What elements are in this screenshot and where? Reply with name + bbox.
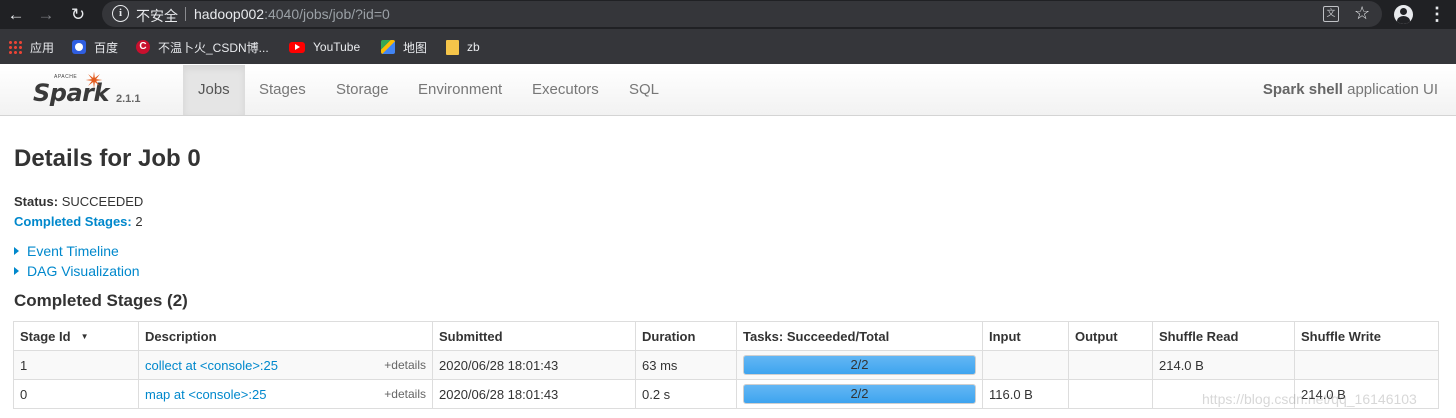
application-name: Spark shell application UI <box>1263 65 1438 115</box>
details-toggle[interactable]: +details <box>384 358 426 372</box>
csdn-icon: C <box>136 40 150 54</box>
youtube-icon <box>289 41 305 53</box>
app-name-bold: Spark shell <box>1262 81 1343 98</box>
toggle-label: DAG Visualization <box>27 263 140 279</box>
tab-jobs[interactable]: Jobs <box>183 65 245 115</box>
cell-input: 116.0 B <box>982 379 1069 409</box>
folder-icon <box>446 39 459 55</box>
cell-tasks: 2/2 <box>736 350 983 380</box>
bookmark-label: 应用 <box>30 40 55 55</box>
browser-toolbar: ← → ↻ i 不安全 hadoop002:4040/jobs/job/?id=… <box>0 0 1456 29</box>
spark-version: 2.1.1 <box>116 93 141 105</box>
info-icon[interactable]: i <box>112 5 129 22</box>
table-header-row: Stage Id ▼ Description Submitted Duration… <box>13 321 1439 351</box>
browser-menu-icon[interactable]: ⋮ <box>1428 4 1446 24</box>
cell-tasks: 2/2 <box>736 379 983 409</box>
cell-duration: 0.2 s <box>635 379 737 409</box>
bookmark-zb[interactable]: zb <box>446 38 480 56</box>
watermark: https://blog.csdn.net/qq_16146103 <box>1202 391 1417 407</box>
bookmark-star-icon[interactable]: ☆ <box>1354 3 1370 24</box>
url-path: :4040/jobs/job/?id=0 <box>264 6 390 22</box>
tasks-progress-bar: 2/2 <box>743 384 976 404</box>
bookmark-baidu[interactable]: 百度 <box>72 38 118 56</box>
status-value: SUCCEEDED <box>61 194 144 209</box>
stage-description-link[interactable]: map at <console>:25 <box>145 387 266 402</box>
cell-shuffle-read: 214.0 B <box>1152 350 1295 380</box>
cell-output <box>1068 350 1153 380</box>
bookmark-label: 不温卜火_CSDN博... <box>158 40 269 55</box>
tab-executors[interactable]: Executors <box>517 65 614 115</box>
completed-stages-count: 2 <box>135 214 143 229</box>
spark-logo[interactable]: APACHE Spark ✴ <box>30 68 115 112</box>
tab-environment[interactable]: Environment <box>403 65 517 115</box>
header-output[interactable]: Output <box>1068 321 1153 351</box>
apps-icon <box>8 40 22 54</box>
bookmark-label: 地图 <box>403 40 428 55</box>
url-host: hadoop002 <box>194 6 265 22</box>
stage-description-link[interactable]: collect at <console>:25 <box>145 358 278 373</box>
dag-visualization-toggle[interactable]: DAG Visualization <box>14 263 140 279</box>
header-shuffle-write[interactable]: Shuffle Write <box>1294 321 1439 351</box>
header-description[interactable]: Description <box>138 321 433 351</box>
header-input[interactable]: Input <box>982 321 1069 351</box>
cell-description: map at <console>:25 +details <box>138 379 433 409</box>
table-row: 1 collect at <console>:25 +details 2020/0… <box>13 350 1439 380</box>
cell-shuffle-write <box>1294 350 1439 380</box>
spark-star-icon: ✴ <box>85 68 104 93</box>
header-submitted[interactable]: Submitted <box>432 321 636 351</box>
bookmark-label: YouTube <box>313 40 361 54</box>
cell-stage-id: 1 <box>13 350 139 380</box>
bookmark-apps[interactable]: 应用 <box>8 38 54 56</box>
tab-storage[interactable]: Storage <box>321 65 404 115</box>
completed-stages-line: Completed Stages: 2 <box>14 214 143 229</box>
bookmark-label: zb <box>467 40 480 54</box>
status-label: Status: <box>14 194 59 209</box>
address-bar[interactable]: i 不安全 hadoop002:4040/jobs/job/?id=0 文 ☆ <box>102 1 1382 27</box>
details-toggle[interactable]: +details <box>384 387 426 401</box>
toggle-label: Event Timeline <box>27 243 119 259</box>
bookmark-maps[interactable]: 地图 <box>381 38 427 56</box>
header-stage-id[interactable]: Stage Id ▼ <box>13 321 139 351</box>
cell-output <box>1068 379 1153 409</box>
expand-arrow-icon <box>14 247 19 255</box>
url-text[interactable]: hadoop002:4040/jobs/job/?id=0 <box>194 6 390 22</box>
cell-duration: 63 ms <box>635 350 737 380</box>
app-name-rest: application UI <box>1342 81 1438 98</box>
spark-navbar: APACHE Spark ✴ 2.1.1 Jobs Stages Storage… <box>0 65 1456 116</box>
bookmark-csdn[interactable]: C 不温卜火_CSDN博... <box>136 38 269 56</box>
progress-text: 2/2 <box>850 386 869 401</box>
tasks-progress-bar: 2/2 <box>743 355 976 375</box>
tab-sql[interactable]: SQL <box>614 65 674 115</box>
header-duration[interactable]: Duration <box>635 321 737 351</box>
tab-stages[interactable]: Stages <box>244 65 321 115</box>
cell-input <box>982 350 1069 380</box>
expand-arrow-icon <box>14 267 19 275</box>
progress-text: 2/2 <box>850 357 869 372</box>
baidu-icon <box>72 40 86 54</box>
header-tasks[interactable]: Tasks: Succeeded/Total <box>736 321 983 351</box>
profile-avatar-icon[interactable] <box>1394 5 1413 24</box>
bookmark-youtube[interactable]: YouTube <box>289 38 360 56</box>
cell-stage-id: 0 <box>13 379 139 409</box>
page-title: Details for Job 0 <box>14 145 201 172</box>
event-timeline-toggle[interactable]: Event Timeline <box>14 243 119 259</box>
completed-stages-link[interactable]: Completed Stages: <box>14 214 132 229</box>
insecure-label: 不安全 <box>136 8 178 24</box>
bookmarks-bar: 应用 百度 C 不温卜火_CSDN博... YouTube 地图 zb <box>0 29 1456 64</box>
back-icon[interactable]: ← <box>5 4 27 26</box>
cell-submitted: 2020/06/28 18:01:43 <box>432 379 636 409</box>
status-line: Status: SUCCEEDED <box>14 194 143 209</box>
maps-icon <box>381 40 395 54</box>
sort-desc-icon: ▼ <box>80 331 89 341</box>
address-divider <box>185 7 186 21</box>
translate-icon[interactable]: 文 <box>1323 6 1339 22</box>
cell-description: collect at <console>:25 +details <box>138 350 433 380</box>
forward-icon[interactable]: → <box>35 4 57 26</box>
section-title: Completed Stages (2) <box>14 291 188 310</box>
header-shuffle-read[interactable]: Shuffle Read <box>1152 321 1295 351</box>
bookmark-label: 百度 <box>94 40 119 55</box>
reload-icon[interactable]: ↻ <box>67 4 89 26</box>
cell-submitted: 2020/06/28 18:01:43 <box>432 350 636 380</box>
header-label: Stage Id <box>20 328 71 344</box>
